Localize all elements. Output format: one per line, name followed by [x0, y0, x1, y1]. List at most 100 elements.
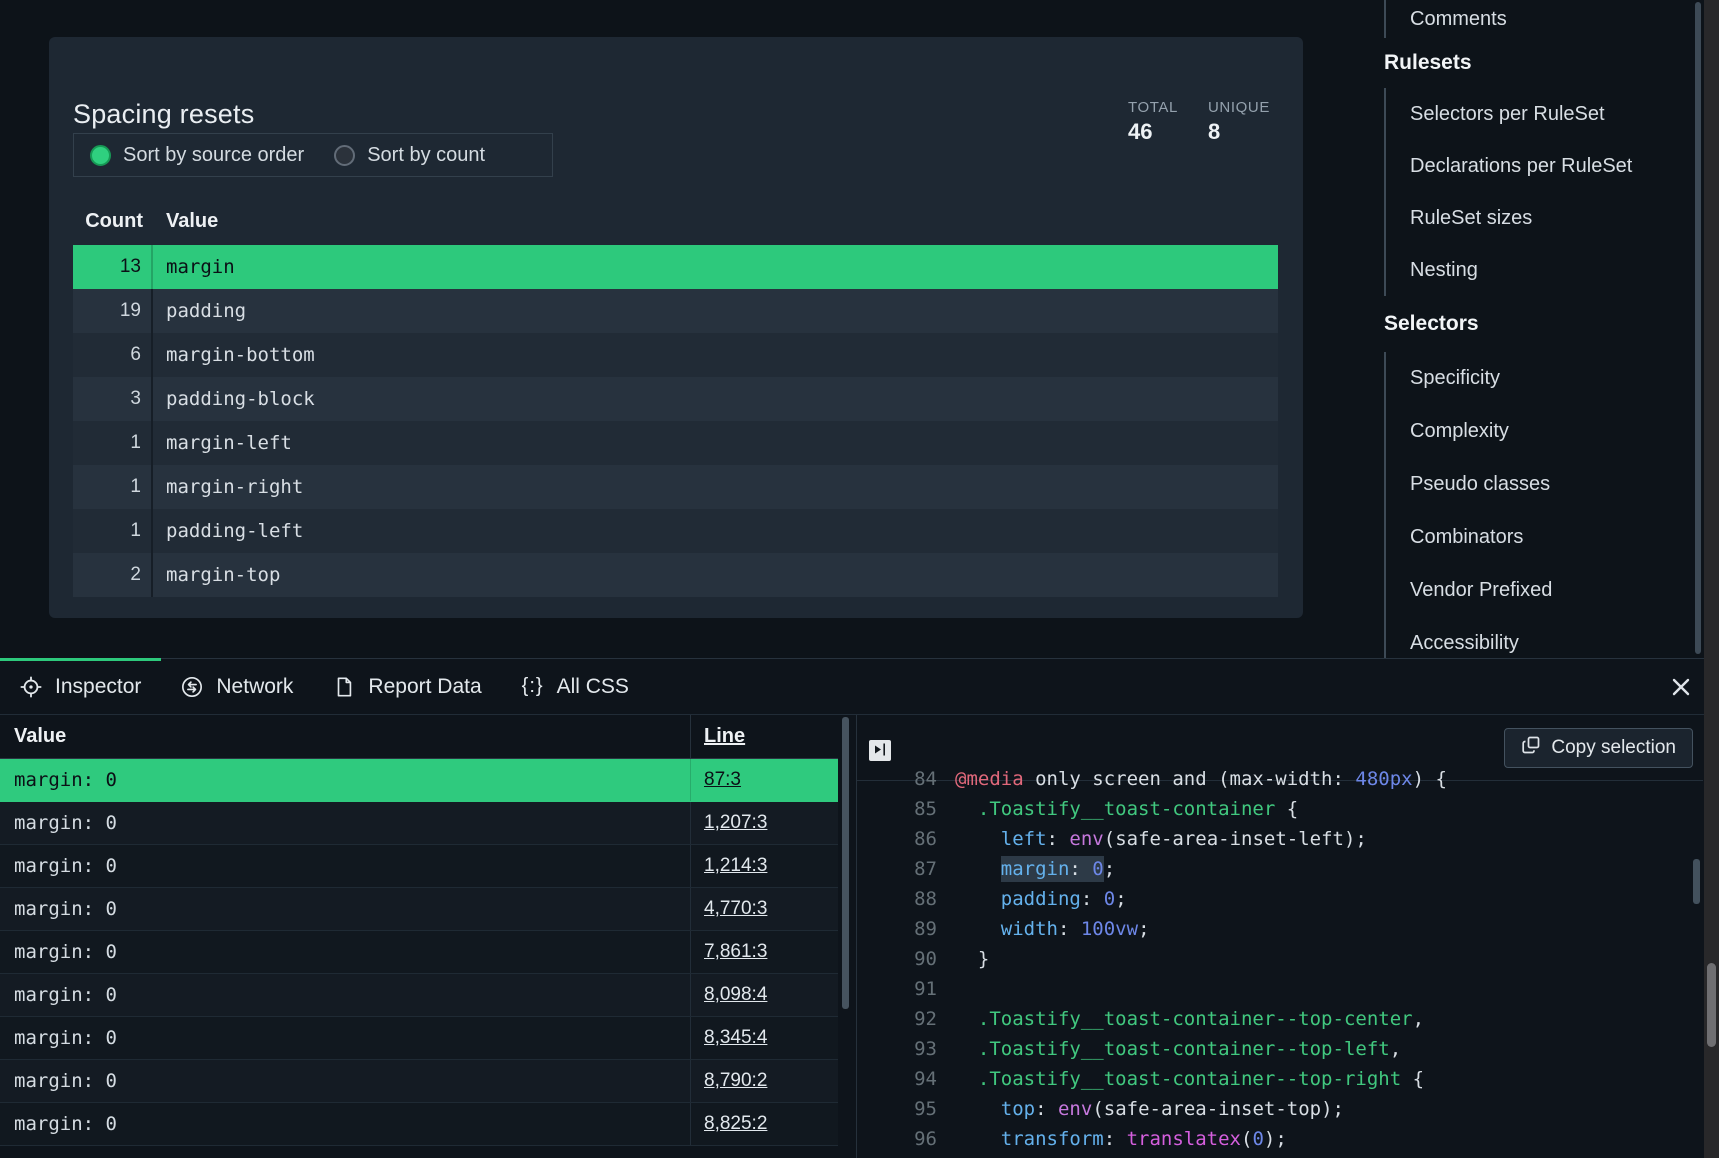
code-token	[955, 918, 1001, 940]
line-number: 96	[857, 1124, 937, 1154]
line-cell: 8,825:2	[690, 1103, 838, 1145]
tab-network[interactable]: Network	[161, 659, 313, 714]
line-link[interactable]: 8,345:4	[704, 1027, 767, 1049]
page-scrollbar[interactable]	[1704, 0, 1719, 1158]
column-header-line[interactable]: Line	[690, 715, 838, 758]
code-token: (safe-area-inset-left);	[1104, 828, 1367, 850]
line-number: 92	[857, 1004, 937, 1034]
code-viewer[interactable]: 84@media only screen and (max-width: 480…	[857, 764, 1703, 1154]
code-token: :	[1047, 828, 1070, 850]
inspector-row[interactable]: margin: 08,790:2	[0, 1060, 838, 1103]
sort-option-selected-0[interactable]: Sort by source order	[90, 144, 304, 167]
tab-all-css[interactable]: {:}All CSS	[502, 659, 649, 714]
code-token: 480px	[1355, 768, 1412, 790]
code-token: .Toastify__toast-container--top-center	[978, 1008, 1413, 1030]
code-token: .Toastify__toast-container--top-right	[978, 1068, 1401, 1090]
crosshair-icon	[20, 676, 42, 698]
inspector-row[interactable]: margin: 0 4,770:3	[0, 888, 838, 931]
code-token: ,	[1390, 1038, 1401, 1060]
code-text: width: 100vw;	[937, 914, 1150, 944]
code-token: ,	[1413, 1008, 1424, 1030]
line-number: 86	[857, 824, 937, 854]
line-number: 84	[857, 764, 937, 794]
row-value: margin-left	[153, 421, 292, 465]
line-link[interactable]: 87:3	[704, 769, 741, 791]
close-panel-button[interactable]	[1669, 676, 1693, 700]
code-token: :	[1104, 1128, 1127, 1150]
row-count: 6	[73, 333, 153, 377]
sidebar-item-vendor-prefixed[interactable]: Vendor Prefixed	[1386, 564, 1684, 617]
code-token	[955, 1098, 1001, 1120]
table-row[interactable]: 3padding-block	[73, 377, 1278, 421]
sidebar-group: Selectors per RuleSetDeclarations per Ru…	[1384, 88, 1684, 296]
inspector-row[interactable]: margin: 07,861:3	[0, 931, 838, 974]
row-count: 1	[73, 509, 153, 553]
table-row[interactable]: 1margin-right	[73, 465, 1278, 509]
sidebar-item-nesting[interactable]: Nesting	[1386, 244, 1684, 296]
row-count: 2	[73, 553, 153, 597]
code-text: @media only screen and (max-width: 480px…	[937, 764, 1447, 794]
inspector-row[interactable]: margin: 01,207:3	[0, 802, 838, 845]
line-link[interactable]: 7,861:3	[704, 941, 767, 963]
inspector-row[interactable]: margin: 08,825:2	[0, 1103, 838, 1146]
code-token	[955, 828, 1001, 850]
code-token: 0	[1252, 1128, 1263, 1150]
line-number: 89	[857, 914, 937, 944]
sidebar-item-accessibility[interactable]: Accessibility	[1386, 617, 1684, 658]
line-link[interactable]: 8,790:2	[704, 1070, 767, 1092]
code-token: .Toastify__toast-container	[978, 798, 1275, 820]
declaration-value: margin: 0	[0, 888, 690, 930]
code-line: 90 }	[857, 944, 1703, 974]
inspector-row[interactable]: margin: 08,098:4	[0, 974, 838, 1017]
code-line: 96 transform: translatex(0);	[857, 1124, 1703, 1154]
sidebar-item-ruleset-sizes[interactable]: RuleSet sizes	[1386, 192, 1684, 244]
line-link[interactable]: 8,098:4	[704, 984, 767, 1006]
line-link[interactable]: 4,770:3	[704, 898, 767, 920]
sidebar-item-complexity[interactable]: Complexity	[1386, 405, 1684, 458]
sidebar-group: SpecificityComplexityPseudo classesCombi…	[1384, 352, 1684, 658]
table-row[interactable]: 2margin-top	[73, 553, 1278, 597]
line-cell: 1,207:3	[690, 802, 838, 844]
code-token: ;	[1115, 888, 1126, 910]
inspector-scrollbar[interactable]	[842, 717, 849, 1009]
tab-inspector[interactable]: Inspector	[0, 659, 161, 714]
tab-label: All CSS	[557, 675, 629, 699]
sidebar-item-specificity[interactable]: Specificity	[1386, 352, 1684, 405]
code-token: left	[1001, 828, 1047, 850]
copy-selection-button[interactable]: Copy selection	[1504, 728, 1693, 768]
line-link[interactable]: 1,214:3	[704, 855, 767, 877]
sidebar-scrollbar[interactable]	[1695, 2, 1701, 654]
sidebar-item-selectors-per-ruleset[interactable]: Selectors per RuleSet	[1386, 88, 1684, 140]
row-value: margin-right	[153, 465, 303, 509]
table-row[interactable]: 13margin	[73, 245, 1278, 289]
code-scrollbar[interactable]	[1693, 859, 1700, 904]
sidebar-heading-rulesets: Rulesets	[1384, 38, 1684, 88]
sidebar-item-combinators[interactable]: Combinators	[1386, 511, 1684, 564]
sidebar-item-pseudo-classes[interactable]: Pseudo classes	[1386, 458, 1684, 511]
code-text: padding: 0;	[937, 884, 1127, 914]
page-scrollbar-thumb[interactable]	[1707, 963, 1716, 1047]
code-line: 92 .Toastify__toast-container--top-cente…	[857, 1004, 1703, 1034]
highlighted-token: :	[1069, 858, 1092, 880]
table-row[interactable]: 6margin-bottom	[73, 333, 1278, 377]
sort-option-radio-1[interactable]: Sort by count	[334, 144, 485, 167]
radio-unselected-icon[interactable]	[334, 145, 355, 166]
code-line: 85 .Toastify__toast-container {	[857, 794, 1703, 824]
line-link[interactable]: 8,825:2	[704, 1113, 767, 1135]
table-row[interactable]: 1padding-left	[73, 509, 1278, 553]
expand-sidebar-button[interactable]	[869, 740, 891, 761]
tab-report-data[interactable]: Report Data	[313, 659, 501, 714]
line-link[interactable]: 1,207:3	[704, 812, 767, 834]
code-line: 95 top: env(safe-area-inset-top);	[857, 1094, 1703, 1124]
inspector-row[interactable]: margin: 087:3	[0, 759, 838, 802]
code-token: width	[1001, 918, 1058, 940]
row-value: padding-block	[153, 377, 315, 421]
inspector-row[interactable]: margin: 01,214:3	[0, 845, 838, 888]
sidebar-item-declarations-per-ruleset[interactable]: Declarations per RuleSet	[1386, 140, 1684, 192]
radio-selected-icon[interactable]	[90, 145, 111, 166]
column-header-value: Value	[153, 210, 218, 233]
table-row[interactable]: 1margin-left	[73, 421, 1278, 465]
sidebar-item-comments[interactable]: Comments	[1386, 0, 1684, 38]
inspector-row[interactable]: margin: 08,345:4	[0, 1017, 838, 1060]
table-row[interactable]: 19padding	[73, 289, 1278, 333]
